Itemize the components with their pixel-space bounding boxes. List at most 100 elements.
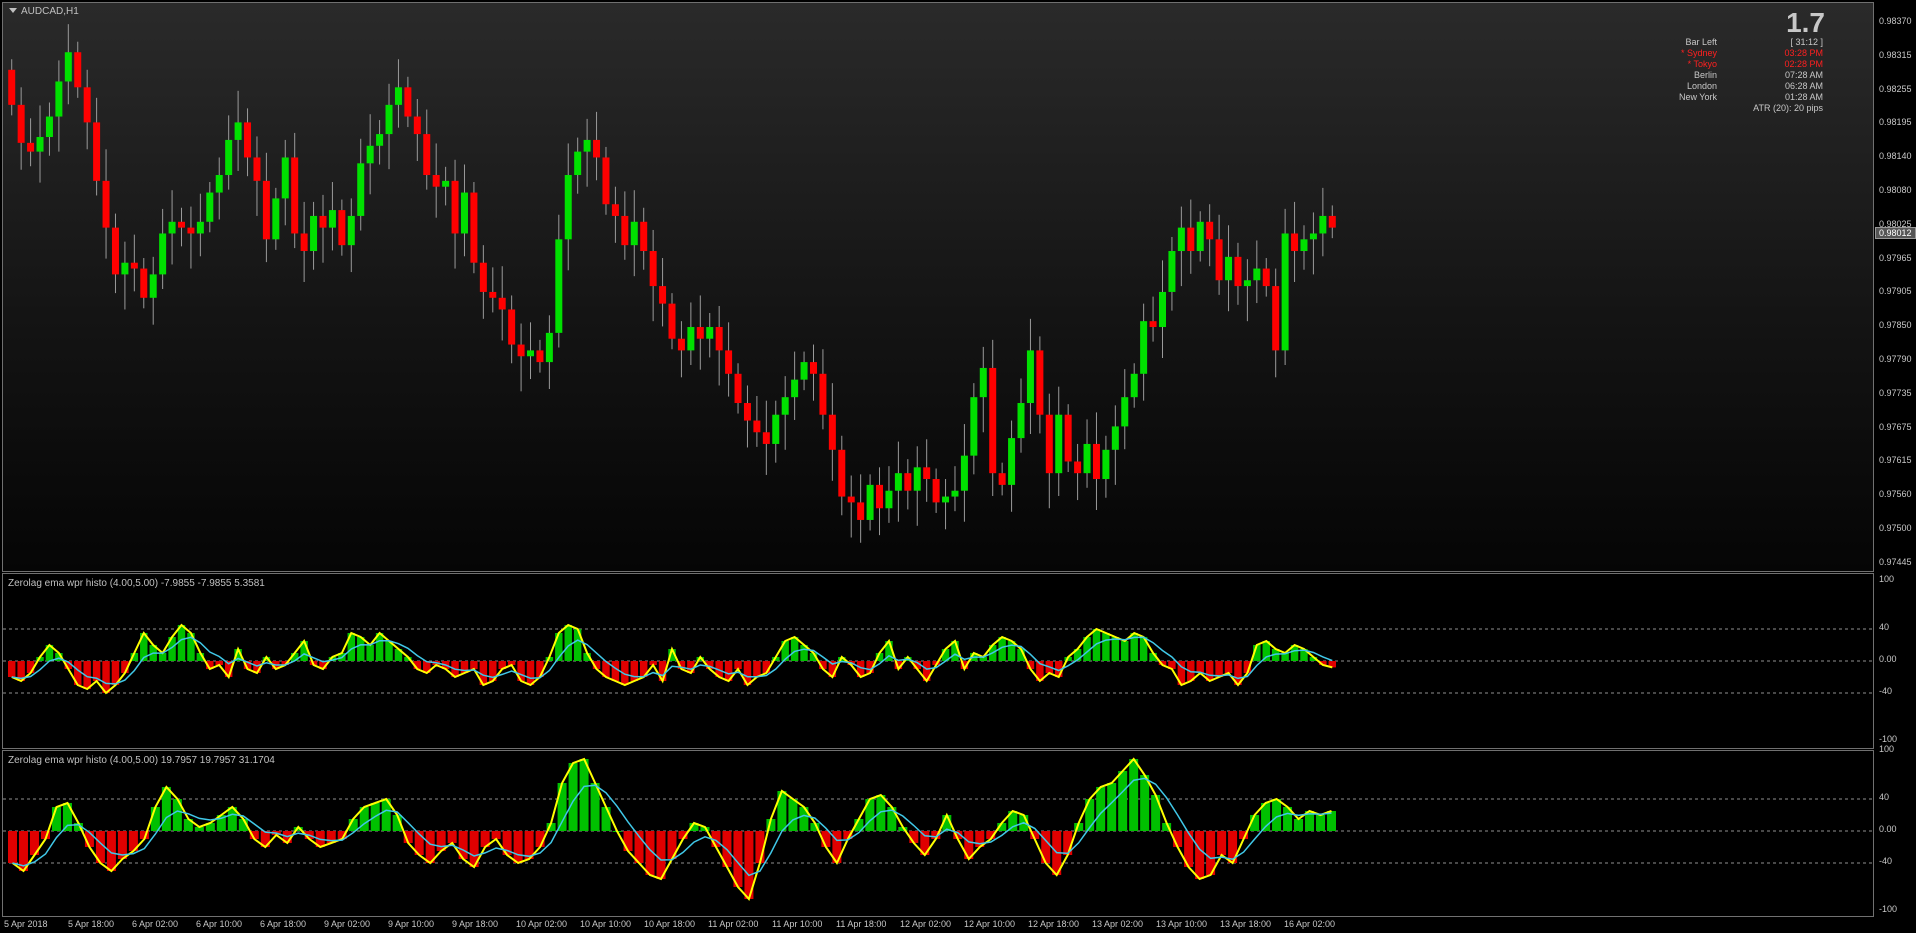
time-tick-label: 6 Apr 10:00 bbox=[196, 919, 243, 929]
histo-bar-up bbox=[601, 807, 611, 831]
bear-candle bbox=[451, 180, 459, 234]
bear-candle bbox=[338, 210, 346, 246]
histo-bar-up bbox=[579, 759, 589, 831]
bear-candle bbox=[1064, 414, 1072, 462]
session-row: London 06:28 AM bbox=[1625, 81, 1825, 92]
bear-candle bbox=[847, 496, 855, 503]
bull-candle bbox=[545, 332, 553, 363]
bull-candle bbox=[960, 455, 968, 491]
session-label: Bar Left bbox=[1685, 37, 1717, 47]
bull-candle bbox=[1177, 227, 1185, 252]
indicator-pane-2[interactable]: Zerolag ema wpr histo (4.00,5.00) 19.795… bbox=[2, 750, 1874, 917]
symbol-timeframe: AUDCAD,H1 bbox=[21, 6, 79, 17]
bull-candle bbox=[442, 180, 450, 187]
bull-candle bbox=[225, 139, 233, 176]
price-tick-label: 0.97735 bbox=[1879, 387, 1912, 398]
bull-candle bbox=[1121, 397, 1129, 427]
session-row: * Tokyo 02:28 PM bbox=[1625, 59, 1825, 70]
bull-candle bbox=[942, 496, 950, 503]
session-rows: Bar Left [ 31:12 ] * Sydney 03:28 PM * Tokyo… bbox=[1625, 37, 1825, 114]
price-tick-label: 0.98370 bbox=[1879, 16, 1912, 26]
bear-candle bbox=[517, 344, 525, 357]
indicator-pane-1[interactable]: Zerolag ema wpr histo (4.00,5.00) -7.985… bbox=[2, 573, 1874, 749]
histo-bar-up bbox=[177, 625, 186, 661]
histo-bar-up bbox=[790, 637, 799, 661]
bull-candle bbox=[1055, 414, 1063, 474]
bear-candle bbox=[809, 362, 817, 374]
bear-candle bbox=[734, 373, 742, 404]
histo-bar-up bbox=[557, 783, 567, 831]
bull-candle bbox=[281, 157, 289, 199]
session-row: Bar Left [ 31:12 ] bbox=[1625, 37, 1825, 48]
bear-candle bbox=[715, 327, 723, 351]
histo-bar-down bbox=[630, 661, 638, 681]
bear-candle bbox=[413, 116, 421, 135]
bear-candle bbox=[8, 69, 16, 105]
price-axis[interactable]: 0.98370 0.98315 0.98255 0.98195 0.98140 0.980… bbox=[1875, 2, 1916, 572]
bull-candle bbox=[772, 414, 780, 444]
bull-candle bbox=[866, 484, 874, 520]
histo-bar-up bbox=[1111, 637, 1120, 661]
histo-bar-up bbox=[788, 799, 798, 831]
session-row: * Sydney 03:28 PM bbox=[1625, 48, 1825, 59]
histo-bar-down bbox=[447, 831, 457, 843]
bear-candle bbox=[828, 414, 836, 450]
session-value: 07:28 AM bbox=[1784, 70, 1823, 80]
bear-candle bbox=[27, 142, 35, 152]
bear-candle bbox=[187, 227, 195, 234]
bull-candle bbox=[706, 327, 714, 339]
bull-candle bbox=[215, 175, 223, 193]
bear-candle bbox=[111, 227, 119, 275]
histo-bar-down bbox=[1215, 661, 1223, 677]
bear-candle bbox=[904, 473, 912, 491]
price-tick-label: 0.97445 bbox=[1879, 556, 1912, 567]
bull-candle bbox=[347, 215, 355, 246]
price-chart-pane[interactable]: AUDCAD,H1 1.7 Bar Left [ 31:12 ] * Sydney 0… bbox=[2, 2, 1874, 572]
bull-candle bbox=[328, 210, 336, 228]
time-tick-label: 10 Apr 10:00 bbox=[580, 919, 632, 929]
bull-candle bbox=[1140, 321, 1148, 374]
candlestick-chart bbox=[8, 24, 1336, 543]
chevron-down-icon[interactable] bbox=[9, 8, 17, 13]
indicator-tick-label: -40 bbox=[1879, 686, 1893, 696]
time-tick-label: 11 Apr 02:00 bbox=[708, 919, 759, 929]
indicator-tick-label: 0.00 bbox=[1879, 824, 1897, 834]
histo-bar-up bbox=[1118, 771, 1128, 831]
time-tick-label: 5 Apr 2018 bbox=[4, 919, 48, 929]
bull-candle bbox=[1083, 443, 1091, 474]
time-tick-label: 9 Apr 18:00 bbox=[452, 919, 499, 929]
bull-candle bbox=[1196, 221, 1204, 252]
bear-candle bbox=[479, 262, 487, 292]
bull-candle bbox=[583, 139, 591, 152]
indicator-tick-label: -100 bbox=[1879, 734, 1898, 744]
bear-candle bbox=[1206, 221, 1214, 240]
histo-bar-up bbox=[1121, 641, 1129, 661]
bull-candle bbox=[206, 192, 214, 222]
bull-candle bbox=[1102, 449, 1110, 480]
bear-candle bbox=[743, 403, 751, 421]
histo-bar-up bbox=[1092, 629, 1101, 661]
bear-candle bbox=[668, 303, 676, 339]
time-tick-label: 11 Apr 10:00 bbox=[772, 919, 823, 929]
bear-candle bbox=[1074, 461, 1082, 474]
bull-candle bbox=[366, 145, 374, 164]
time-tick-label: 12 Apr 18:00 bbox=[1028, 919, 1080, 929]
session-value: 01:28 AM bbox=[1784, 92, 1823, 102]
bear-candle bbox=[262, 180, 270, 240]
session-row: Berlin 07:28 AM bbox=[1625, 70, 1825, 81]
histo-bar-down bbox=[753, 661, 761, 677]
bull-candle bbox=[385, 104, 393, 135]
bear-candle bbox=[291, 157, 299, 234]
bull-candle bbox=[1168, 251, 1176, 292]
bear-candle bbox=[819, 373, 827, 415]
price-tick-label: 0.97675 bbox=[1879, 421, 1912, 432]
time-tick-label: 6 Apr 02:00 bbox=[132, 919, 179, 929]
histo-bar-up bbox=[366, 645, 374, 661]
bear-candle bbox=[602, 157, 610, 205]
session-value: [ 31:12 ] bbox=[1790, 37, 1823, 47]
bull-candle bbox=[574, 151, 582, 176]
time-axis[interactable]: 5 Apr 2018 5 Apr 18:00 6 Apr 02:00 6 Apr 10… bbox=[2, 917, 1874, 933]
bear-candle bbox=[1036, 350, 1044, 415]
histo-bar-up bbox=[564, 625, 572, 661]
bull-candle bbox=[800, 362, 808, 380]
